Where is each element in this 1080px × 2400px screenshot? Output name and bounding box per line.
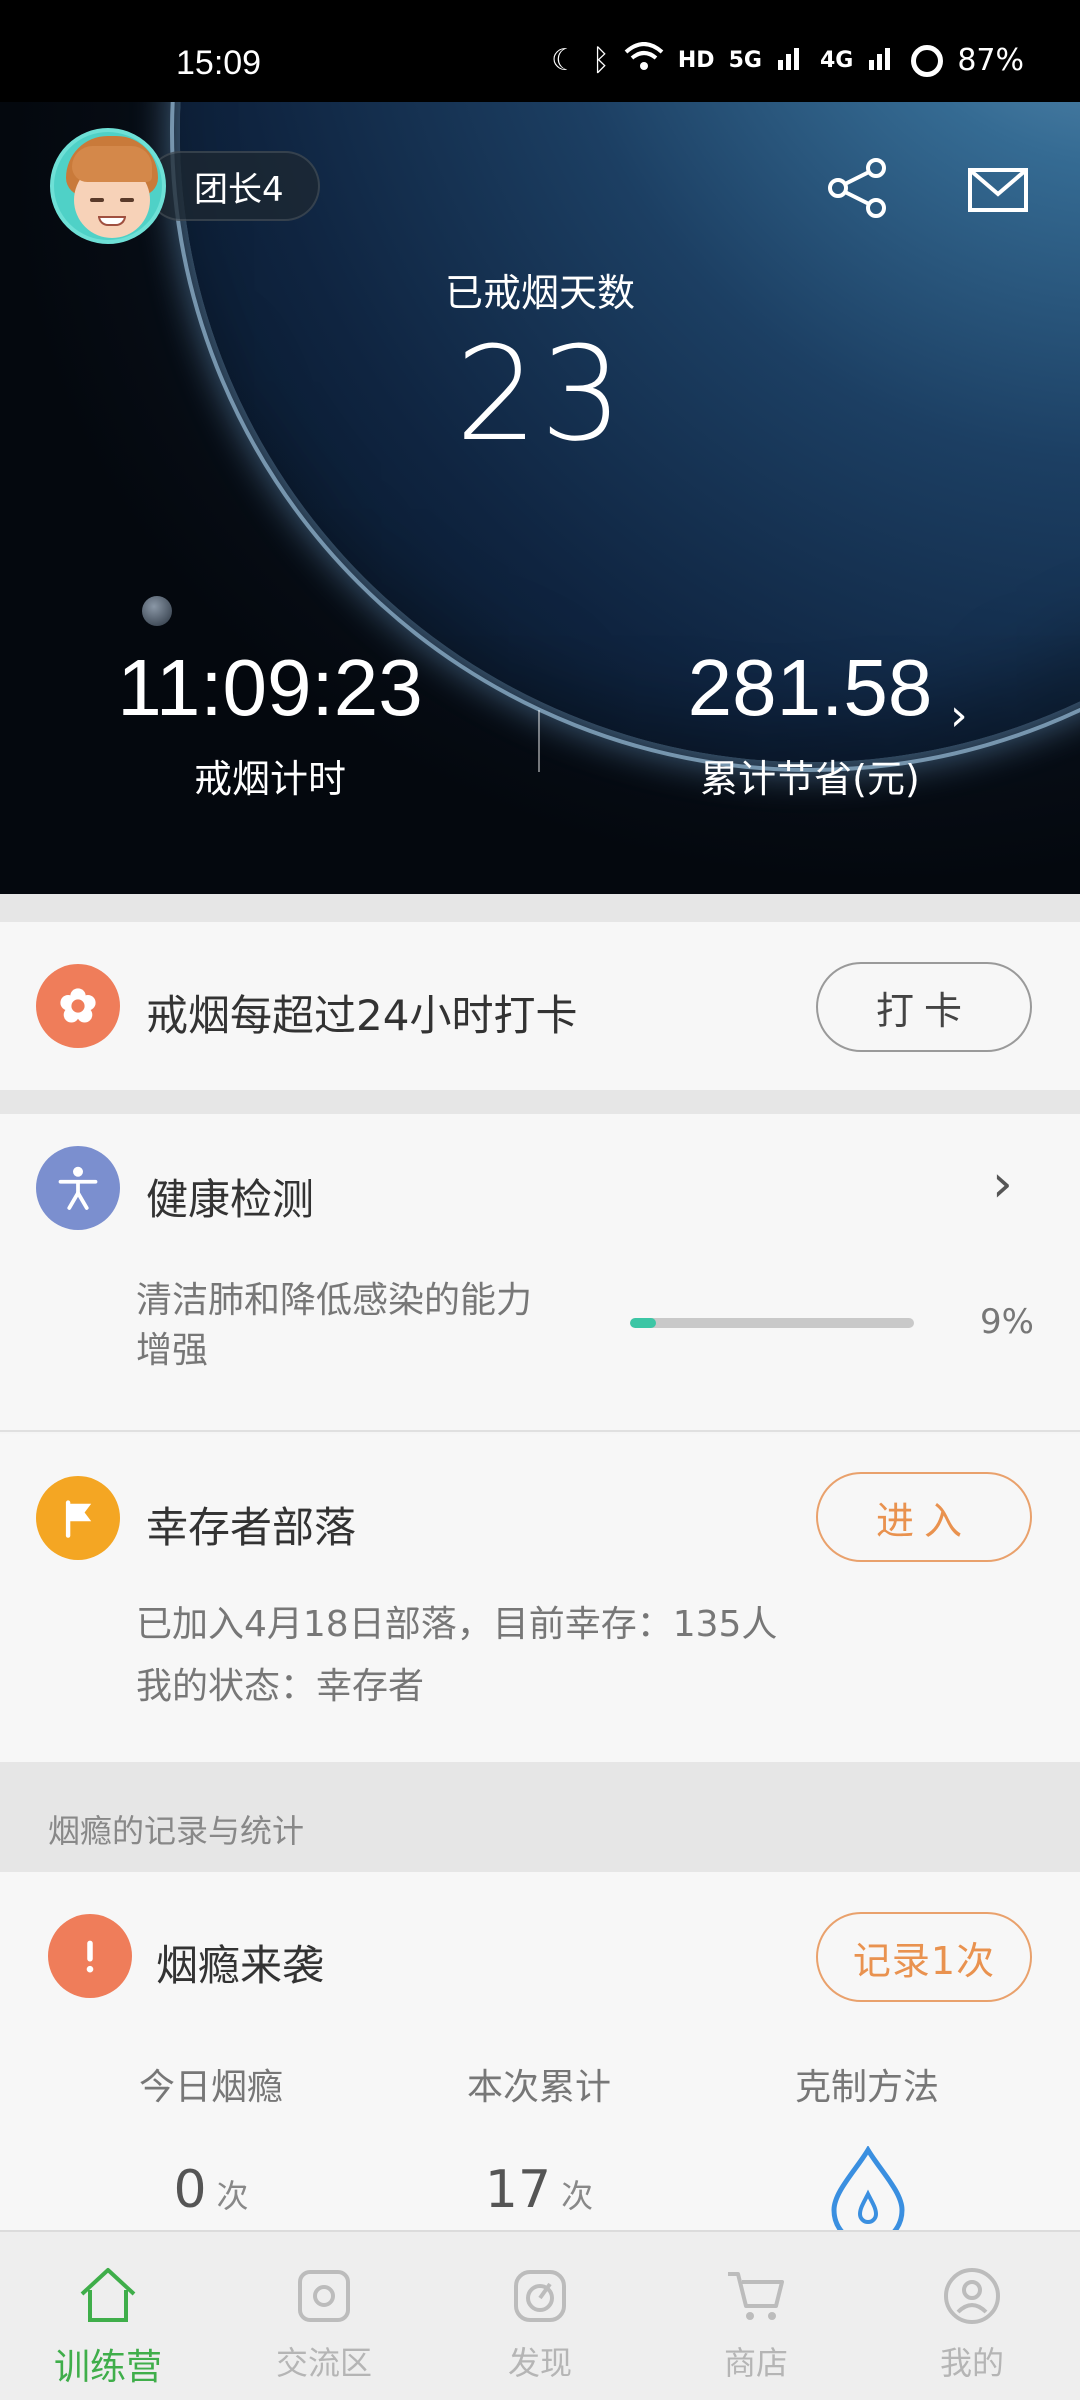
health-desc-line2: 增强 — [136, 1330, 209, 1371]
chevron-right-icon[interactable]: › — [950, 690, 968, 741]
nav-label-discover: 发现 — [507, 2344, 572, 2382]
method-label: 克制方法 — [794, 2067, 939, 2108]
hd-icon: HD — [677, 48, 715, 73]
user-chip[interactable]: 团长4 — [50, 128, 320, 244]
section-title: 烟瘾的记录与统计 — [48, 1812, 305, 1850]
share-icon[interactable] — [820, 150, 896, 226]
moon-image — [142, 596, 172, 626]
health-progress-fill — [630, 1318, 656, 1328]
divider — [0, 894, 1080, 922]
unit-label: 次 — [561, 2177, 594, 2215]
nav-label-profile: 我的 — [939, 2344, 1004, 2382]
5g-signal-icon: 5G — [728, 48, 762, 73]
health-desc-line1: 清洁肺和降低感染的能力 — [136, 1280, 533, 1321]
battery-icon — [911, 45, 944, 77]
hero-divider — [538, 710, 540, 772]
today-craving-count: 0 — [173, 2160, 207, 2220]
today-craving-label: 今日烟瘾 — [138, 2067, 283, 2108]
savings-stat[interactable]: 281.58 累计节省(元) — [640, 642, 980, 803]
checkin-card: 戒烟每超过24小时打卡 打卡 — [0, 922, 1080, 1090]
flower-icon — [36, 964, 120, 1048]
timer-stat: 11:09:23 戒烟计时 — [100, 642, 440, 803]
nav-label-community: 交流区 — [275, 2344, 372, 2382]
tribe-title: 幸存者部落 — [146, 1503, 357, 1552]
bottom-nav: 训练营 交流区 发现 商店 我的 — [0, 2230, 1080, 2400]
health-card[interactable]: 健康检测 › 清洁肺和降低感染的能力 增强 — [0, 1114, 1080, 1432]
4g-signal-icon: 4G — [819, 48, 854, 73]
status-bar: 15:09 ☾ ᛒ HD 5G 4G 87% — [0, 0, 1080, 102]
avatar[interactable] — [50, 128, 166, 244]
tribe-card: 幸存者部落 进入 已加入4月18日部落，目前幸存：135人 我的状态：幸存者 — [0, 1434, 1080, 1762]
nav-label-training: 训练营 — [53, 2347, 162, 2388]
bluetooth-icon: ᛒ — [591, 43, 610, 78]
craving-title: 烟瘾来袭 — [156, 1941, 325, 1990]
exclamation-icon — [48, 1914, 132, 1998]
home-icon — [80, 2268, 136, 2322]
tribe-info-line2: 我的状态：幸存者 — [136, 1666, 425, 1707]
profile-icon — [944, 2268, 1000, 2324]
savings-label: 累计节省(元) — [700, 757, 920, 801]
checkin-button[interactable]: 打卡 — [816, 962, 1032, 1052]
health-progress-bar — [630, 1318, 914, 1328]
today-craving-value: 0次 — [46, 2160, 376, 2220]
health-progress-label: 9% — [980, 1302, 1034, 1342]
checkin-title: 戒烟每超过24小时打卡 — [146, 991, 578, 1040]
nav-item-training[interactable]: 训练营 — [0, 2232, 216, 2400]
timer-value: 11:09:23 — [117, 643, 423, 732]
tribe-info-line1: 已加入4月18日部落，目前幸存：135人 — [136, 1604, 778, 1645]
unit-label: 次 — [216, 2177, 249, 2215]
status-icons: ☾ ᛒ HD 5G 4G 87% — [551, 42, 1024, 80]
divider — [0, 1090, 1080, 1114]
water-drop-icon[interactable] — [826, 2146, 910, 2230]
mail-icon[interactable] — [960, 150, 1036, 226]
signal-bars-icon — [776, 42, 806, 80]
nav-item-community[interactable]: 交流区 — [216, 2232, 432, 2400]
cart-icon — [728, 2272, 784, 2320]
days-value: 23 — [455, 318, 625, 470]
health-desc: 清洁肺和降低感染的能力 增强 — [136, 1276, 532, 1376]
total-craving-count: 17 — [484, 2160, 552, 2220]
hero-banner: 团长4 已戒烟天数 23 11:09:23 戒烟计时 281.58 累计节省(元… — [0, 102, 1080, 894]
tribe-info: 已加入4月18日部落，目前幸存：135人 我的状态：幸存者 — [136, 1600, 777, 1712]
moon-icon: ☾ — [550, 43, 578, 78]
total-craving-value: 17 次 — [374, 2160, 704, 2220]
total-craving-label: 本次累计 — [466, 2067, 611, 2108]
user-name[interactable]: 团长4 — [146, 151, 320, 221]
wifi-icon — [624, 42, 664, 80]
savings-value[interactable]: 281.58 — [640, 642, 980, 734]
signal-bars-icon-2 — [867, 42, 897, 80]
record-button[interactable]: 记录1次 — [816, 1912, 1032, 2002]
nav-item-discover[interactable]: 发现 — [432, 2232, 648, 2400]
section-header: 烟瘾的记录与统计 — [0, 1762, 1080, 1872]
health-title: 健康检测 — [146, 1175, 315, 1224]
days-label: 已戒烟天数 — [444, 271, 635, 315]
nav-label-shop: 商店 — [723, 2344, 788, 2382]
status-time: 15:09 — [176, 44, 262, 82]
chat-icon — [298, 2270, 350, 2322]
timer-label: 戒烟计时 — [193, 757, 346, 801]
battery-percent: 87% — [957, 43, 1024, 78]
nav-item-profile[interactable]: 我的 — [864, 2232, 1080, 2400]
person-icon — [36, 1146, 120, 1230]
flag-icon — [36, 1476, 120, 1560]
nav-item-shop[interactable]: 商店 — [648, 2232, 864, 2400]
compass-icon — [514, 2270, 566, 2322]
chevron-right-icon[interactable]: › — [992, 1154, 1013, 1214]
enter-button[interactable]: 进入 — [816, 1472, 1032, 1562]
